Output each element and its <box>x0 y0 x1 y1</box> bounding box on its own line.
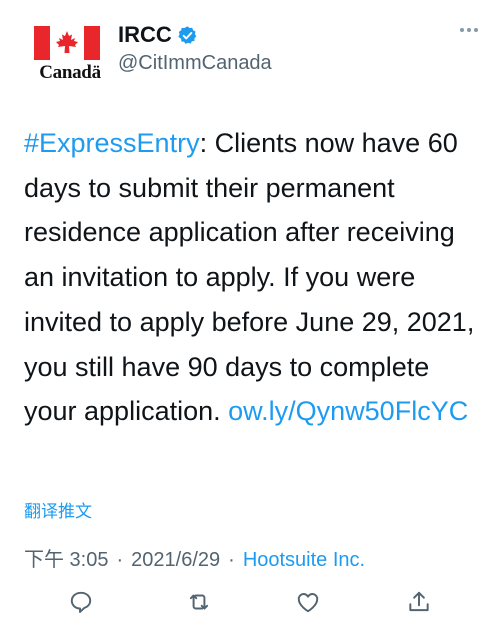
meta-separator: · <box>116 549 124 571</box>
like-icon[interactable] <box>295 589 321 615</box>
tweet-url-link[interactable]: ow.ly/Qynw50FlcYC <box>228 396 468 426</box>
action-bar <box>0 585 500 619</box>
tweet-body-text: : Clients now have 60 days to submit the… <box>24 128 475 427</box>
tweet-text: #ExpressEntry: Clients now have 60 days … <box>24 121 484 434</box>
meta-separator: · <box>228 549 235 571</box>
hashtag-link[interactable]: #ExpressEntry <box>24 128 200 158</box>
verified-badge-icon <box>178 25 197 44</box>
share-icon[interactable] <box>406 589 432 615</box>
tweet-date[interactable]: 2021/6/29 <box>131 549 220 571</box>
retweet-icon[interactable] <box>186 589 212 615</box>
author-display-name[interactable]: IRCC <box>118 22 172 48</box>
tweet-meta: 下午 3:05 · 2021/6/29 · Hootsuite Inc. <box>24 543 365 572</box>
tweet: Canadä IRCC @CitImmCanada #ExpressEntry:… <box>0 0 500 625</box>
author-handle[interactable]: @CitImmCanada <box>118 52 272 75</box>
avatar[interactable]: Canadä <box>24 22 108 83</box>
tweet-source[interactable]: Hootsuite Inc. <box>243 549 365 571</box>
reply-icon[interactable] <box>68 589 94 615</box>
tweet-time[interactable]: 下午 3:05 <box>24 549 108 571</box>
canada-wordmark: Canadä <box>39 62 101 83</box>
author-name-row: IRCC <box>118 22 198 48</box>
more-options-icon[interactable] <box>460 28 478 32</box>
translate-tweet-link[interactable]: 翻译推文 <box>24 497 92 522</box>
canada-flag-icon <box>34 26 100 60</box>
